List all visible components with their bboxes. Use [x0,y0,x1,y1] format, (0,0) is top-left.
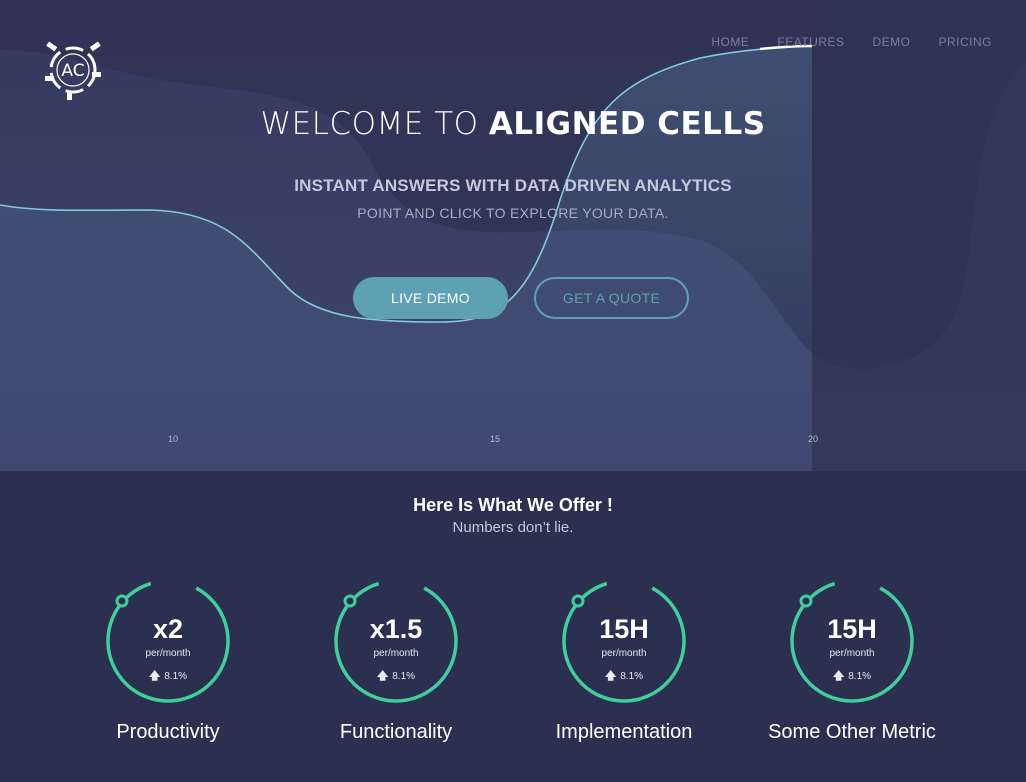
metric-change: 🡅 8.1% [78,667,258,686]
nav-home[interactable]: HOME [697,35,763,49]
offer-section: Here Is What We Offer ! Numbers don’t li… [0,471,1026,782]
hero-background-chart [0,0,1026,471]
metric-card-implementation: 15H per/month 🡅 8.1% Implementation [534,576,714,756]
hero-section: AC HOME FEATURES DEMO PRICING WELCOME TO… [0,0,1026,471]
nav-pricing[interactable]: PRICING [924,35,1006,49]
metric-label: Implementation [555,721,693,743]
hero-subtitle: INSTANT ANSWERS WITH DATA DRIVEN ANALYTI… [294,176,732,195]
metric-value: 15H [599,614,649,644]
metric-value: 15H [827,614,877,644]
arrow-up-icon: 🡅 [832,670,845,682]
hero-title-bold: ALIGNED CELLS [488,106,766,142]
axis-tick-label: 15 [490,434,501,444]
arrow-up-icon: 🡅 [376,670,389,682]
metric-unit: per/month [829,648,875,659]
axis-tick-label: 20 [808,434,819,444]
axis-tick-label: 10 [168,434,179,444]
metric-card-productivity: x2 per/month 🡅 8.1% Productivity [78,576,258,756]
offer-subtitle: Numbers don’t lie. [452,519,574,536]
hero-title-light: WELCOME TO [260,106,489,142]
offer-title: Here Is What We Offer ! [413,495,613,515]
hero-title: WELCOME TO ALIGNED CELLS [0,106,1026,142]
svg-text:AC: AC [61,61,84,81]
aligned-cells-logo[interactable]: AC [42,40,104,100]
arrow-up-icon: 🡅 [148,670,161,682]
metric-label: Productivity [116,721,220,743]
metric-label: Functionality [339,721,453,743]
metric-change: 🡅 8.1% [762,667,942,686]
metric-label: Some Other Metric [768,721,936,743]
metric-value: x2 [152,614,184,644]
live-demo-button[interactable]: LIVE DEMO [353,277,508,319]
metric-change-value: 8.1% [164,671,188,682]
metric-change-value: 8.1% [392,671,416,682]
get-quote-button[interactable]: GET A QUOTE [534,277,689,319]
arrow-up-icon: 🡅 [604,670,617,682]
metric-change: 🡅 8.1% [534,667,714,686]
metric-unit: per/month [373,648,419,659]
metric-change-value: 8.1% [848,671,872,682]
metric-card-other: 15H per/month 🡅 8.1% Some Other Metric [762,576,942,756]
metric-value: x1.5 [369,614,423,644]
nav-features[interactable]: FEATURES [763,35,858,49]
main-nav: HOME FEATURES DEMO PRICING [697,35,1006,49]
metric-unit: per/month [601,648,647,659]
hero-tagline: POINT AND CLICK TO EXPLORE YOUR DATA. [357,205,669,221]
metric-unit: per/month [145,648,191,659]
metric-change: 🡅 8.1% [306,667,486,686]
nav-demo[interactable]: DEMO [858,35,924,49]
metric-change-value: 8.1% [620,671,644,682]
metric-card-functionality: x1.5 per/month 🡅 8.1% Functionality [306,576,486,756]
chart-highlight-panel [812,0,1026,471]
